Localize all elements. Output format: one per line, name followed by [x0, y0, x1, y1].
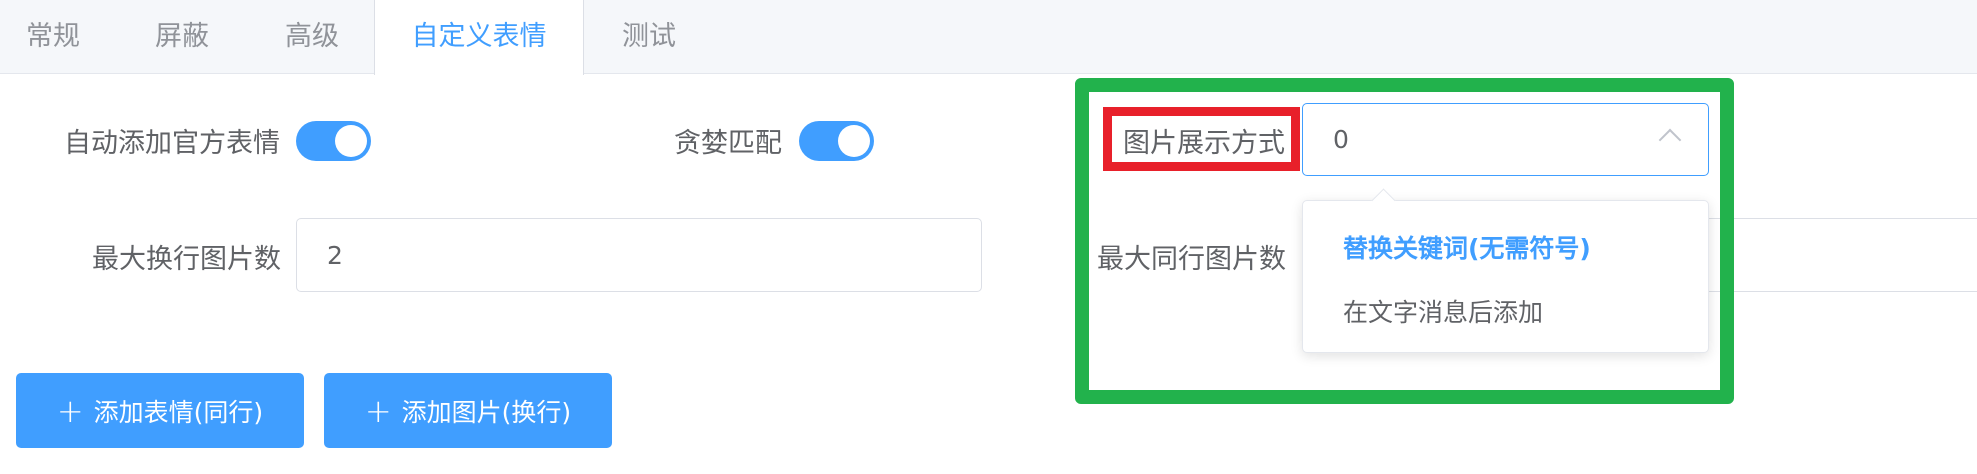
add-emoji-button-label: 添加表情(同行): [93, 397, 264, 427]
greedy-match-switch[interactable]: [799, 121, 874, 161]
tab-advanced[interactable]: 高级: [285, 0, 339, 74]
tab-custom-emoji[interactable]: 自定义表情: [374, 0, 584, 75]
switch-knob: [335, 125, 367, 157]
add-image-button-label: 添加图片(换行): [401, 397, 572, 427]
switch-knob: [838, 125, 870, 157]
greedy-match-label: 贪婪匹配: [674, 128, 782, 159]
add-emoji-button[interactable]: + 添加表情(同行): [16, 373, 304, 448]
highlight-box-red: [1103, 107, 1300, 171]
tab-general[interactable]: 常规: [26, 0, 80, 74]
auto-add-label: 自动添加官方表情: [64, 128, 280, 159]
add-image-button[interactable]: + 添加图片(换行): [324, 373, 612, 448]
max-newline-value: 2: [327, 240, 343, 270]
max-newline-input[interactable]: 2: [296, 218, 982, 292]
max-newline-label: 最大换行图片数: [92, 244, 281, 275]
auto-add-switch[interactable]: [296, 121, 371, 161]
tab-block[interactable]: 屏蔽: [155, 0, 209, 74]
plus-icon: +: [364, 391, 392, 430]
plus-icon: +: [56, 391, 84, 430]
tab-test[interactable]: 测试: [622, 0, 676, 74]
